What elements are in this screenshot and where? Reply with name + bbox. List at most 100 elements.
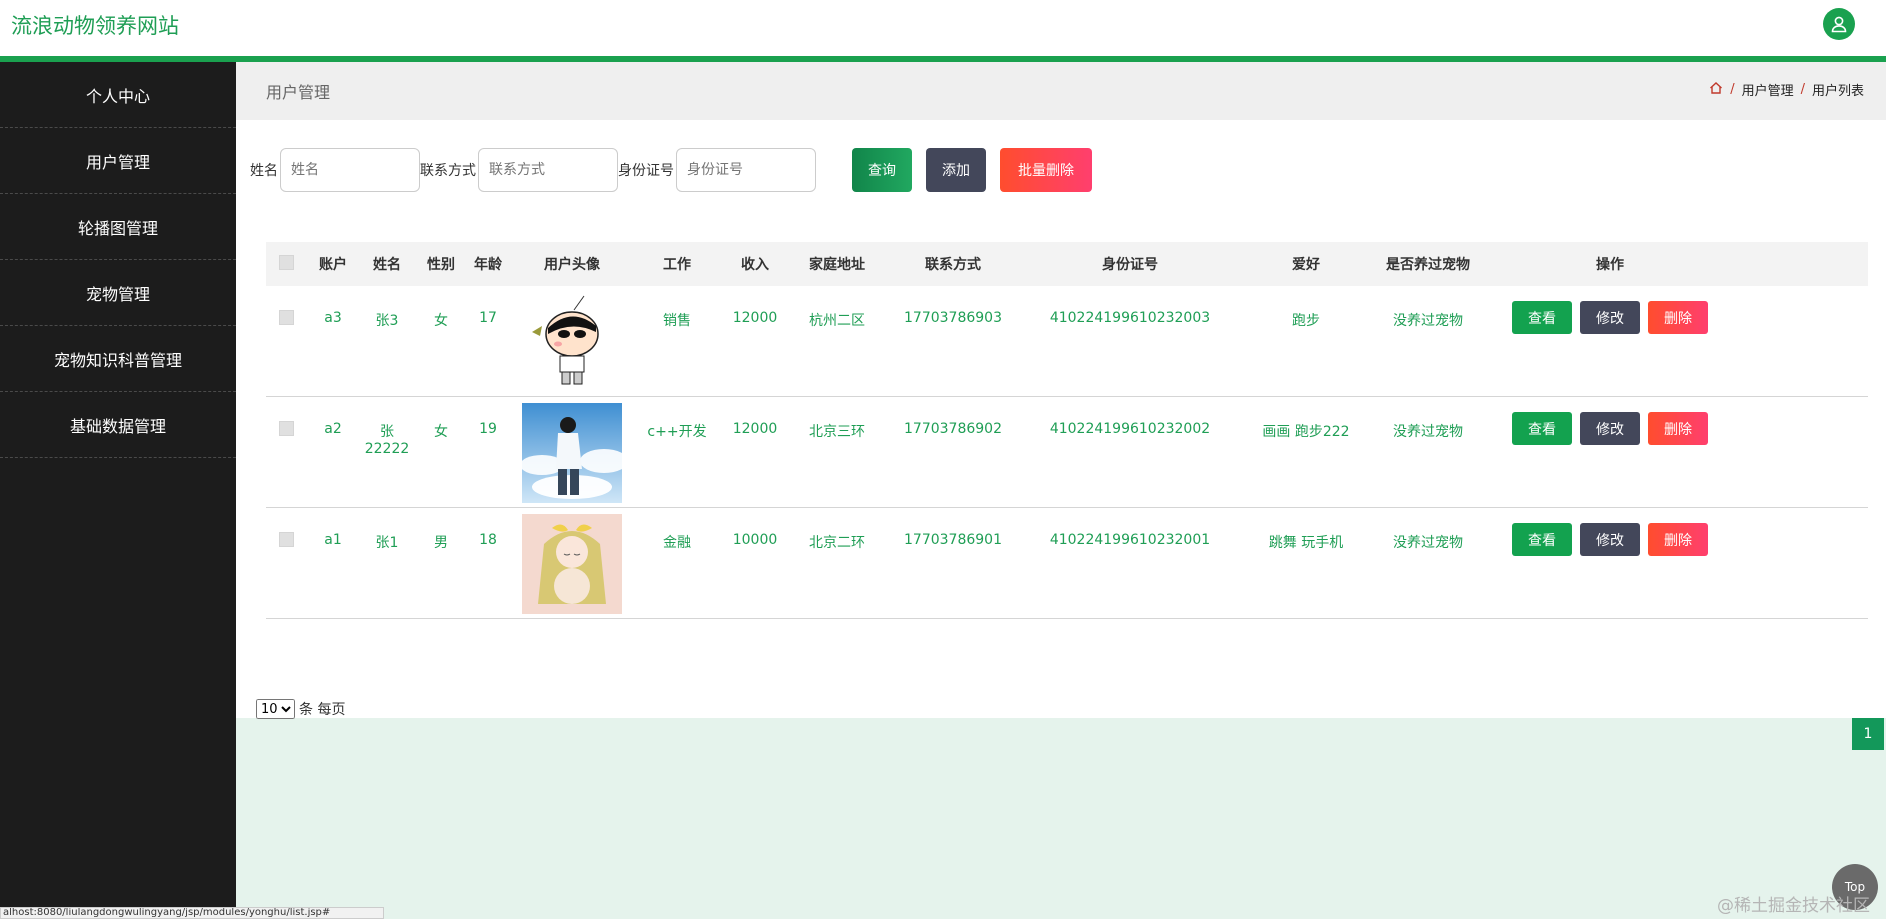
- cell-hobby: 跑步: [1292, 313, 1320, 329]
- col-phone: 联系方式: [925, 257, 981, 273]
- cell-name: 张1: [375, 535, 399, 551]
- cell-phone: 17703786903: [904, 310, 1002, 326]
- col-address: 家庭地址: [809, 257, 865, 273]
- table-header: 账户 姓名 性别 年龄 用户头像 工作 收入 家庭地址 联系方式 身份证号 爱好…: [266, 242, 1868, 286]
- cell-hobby: 跳舞 玩手机: [1268, 535, 1344, 551]
- watermark: @稀土掘金技术社区: [1717, 896, 1870, 916]
- query-button[interactable]: 查询: [852, 148, 912, 192]
- sidebar-item-carousel-management[interactable]: 轮播图管理: [0, 194, 236, 260]
- cell-job: 金融: [663, 535, 691, 551]
- col-hobby: 爱好: [1292, 257, 1320, 273]
- col-age: 年龄: [474, 257, 502, 273]
- name-input[interactable]: [280, 148, 420, 192]
- row-select-cell: [266, 508, 306, 551]
- row-checkbox[interactable]: [278, 421, 294, 436]
- cell-id-number: 410224199610232003: [1049, 310, 1211, 326]
- sidebar-item-pet-management[interactable]: 宠物管理: [0, 260, 236, 326]
- breadcrumb-item-user-list: 用户列表: [1811, 84, 1864, 99]
- select-all-checkbox[interactable]: [278, 254, 294, 270]
- breadcrumb: / 用户管理 / 用户列表: [1709, 80, 1864, 99]
- pagination-page-1[interactable]: 1: [1852, 718, 1884, 750]
- row-checkbox[interactable]: [278, 532, 294, 547]
- breadcrumb-separator: /: [1800, 82, 1805, 97]
- name-label: 姓名: [250, 163, 278, 179]
- phone-label: 联系方式: [420, 163, 476, 179]
- cell-address: 杭州二区: [809, 313, 865, 329]
- cell-avatar: [508, 286, 636, 396]
- row-select-cell: [266, 397, 306, 440]
- row-checkbox[interactable]: [278, 310, 294, 325]
- col-id-number: 身份证号: [1102, 257, 1158, 273]
- cell-gender: 女: [434, 424, 448, 440]
- sidebar: 个人中心 用户管理 轮播图管理 宠物管理 宠物知识科普管理 基础数据管理: [0, 62, 236, 919]
- cell-gender: 女: [434, 313, 448, 329]
- cell-operations: 查看 修改 删除: [1480, 397, 1740, 445]
- cell-avatar: [508, 508, 636, 618]
- cell-job: 销售: [663, 313, 691, 329]
- phone-input[interactable]: [478, 148, 618, 192]
- cell-id-number: 410224199610232002: [1049, 421, 1211, 437]
- delete-button[interactable]: 删除: [1648, 523, 1708, 556]
- add-button[interactable]: 添加: [926, 148, 986, 192]
- cell-name: 张22222: [364, 424, 410, 457]
- table-row: a2 张22222 女 19 c++开发 12000 北京三环 17703786…: [266, 397, 1868, 508]
- edit-button[interactable]: 修改: [1580, 301, 1640, 334]
- select-all-cell: [266, 254, 306, 274]
- cell-phone: 17703786901: [904, 532, 1002, 548]
- content-panel: 姓名 联系方式 身份证号 查询 添加 批量删除 账户 姓名 性别 年龄 用户头像…: [236, 120, 1886, 750]
- cell-address: 北京三环: [809, 424, 865, 440]
- user-icon[interactable]: [1823, 8, 1855, 40]
- site-title[interactable]: 流浪动物领养网站: [11, 10, 179, 40]
- table-row: a1 张1 男 18 金融 10000 北京二环 17703786901 410…: [266, 508, 1868, 619]
- col-avatar: 用户头像: [544, 257, 600, 273]
- id-number-label: 身份证号: [618, 163, 674, 179]
- cell-gender: 男: [434, 535, 448, 551]
- cell-age: 19: [479, 421, 497, 437]
- avatar-anime-girl: [522, 514, 622, 614]
- cell-avatar: [508, 397, 636, 507]
- cell-income: 12000: [732, 421, 778, 437]
- id-number-input[interactable]: [676, 148, 816, 192]
- col-account: 账户: [319, 257, 347, 273]
- view-button[interactable]: 查看: [1512, 523, 1572, 556]
- cell-pet-experience: 没养过宠物: [1393, 535, 1463, 551]
- home-icon[interactable]: [1709, 81, 1723, 99]
- col-operations: 操作: [1596, 257, 1624, 273]
- browser-status-url: alhost:8080/liulangdongwulingyang/jsp/mo…: [0, 907, 384, 919]
- page-size-select[interactable]: 10: [256, 699, 295, 719]
- cell-phone: 17703786902: [904, 421, 1002, 437]
- page-header: 用户管理 / 用户管理 / 用户列表: [236, 62, 1886, 120]
- cell-pet-experience: 没养过宠物: [1393, 424, 1463, 440]
- cell-income: 10000: [732, 532, 778, 548]
- cell-account: a1: [324, 532, 342, 548]
- breadcrumb-item-user-management[interactable]: 用户管理: [1742, 80, 1794, 99]
- page-title: 用户管理: [266, 83, 331, 102]
- cell-job: c++开发: [647, 424, 707, 440]
- delete-button[interactable]: 删除: [1648, 301, 1708, 334]
- row-select-cell: [266, 286, 306, 329]
- sidebar-item-pet-knowledge-management[interactable]: 宠物知识科普管理: [0, 326, 236, 392]
- cell-account: a2: [324, 421, 342, 437]
- view-button[interactable]: 查看: [1512, 412, 1572, 445]
- batch-delete-button[interactable]: 批量删除: [1000, 148, 1092, 192]
- col-gender: 性别: [427, 257, 455, 273]
- sidebar-item-personal-center[interactable]: 个人中心: [0, 62, 236, 128]
- col-pet-experience: 是否养过宠物: [1386, 257, 1470, 273]
- sidebar-item-user-management[interactable]: 用户管理: [0, 128, 236, 194]
- user-table: 账户 姓名 性别 年龄 用户头像 工作 收入 家庭地址 联系方式 身份证号 爱好…: [266, 242, 1868, 619]
- cell-age: 18: [479, 532, 497, 548]
- edit-button[interactable]: 修改: [1580, 412, 1640, 445]
- cell-operations: 查看 修改 删除: [1480, 508, 1740, 556]
- col-job: 工作: [663, 257, 691, 273]
- cell-name: 张3: [375, 313, 399, 329]
- cell-hobby: 画画 跑步222: [1262, 424, 1350, 440]
- delete-button[interactable]: 删除: [1648, 412, 1708, 445]
- search-bar: 姓名 联系方式 身份证号 查询 添加 批量删除: [250, 148, 1092, 192]
- breadcrumb-separator: /: [1730, 82, 1735, 97]
- col-name: 姓名: [373, 257, 401, 273]
- edit-button[interactable]: 修改: [1580, 523, 1640, 556]
- sidebar-item-base-data-management[interactable]: 基础数据管理: [0, 392, 236, 458]
- table-row: a3 张3 女 17 销售 12000 杭州二区 17703786903 410…: [266, 286, 1868, 397]
- main-area: 用户管理 / 用户管理 / 用户列表 姓名 联系方式 身份证号 查询 添加 批量…: [236, 62, 1886, 919]
- view-button[interactable]: 查看: [1512, 301, 1572, 334]
